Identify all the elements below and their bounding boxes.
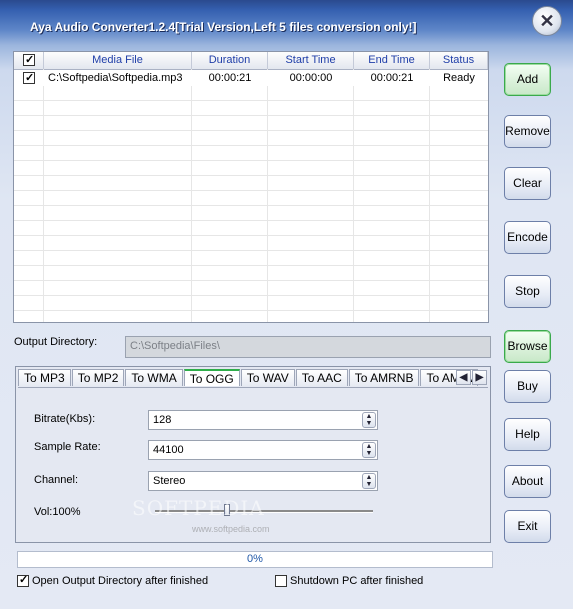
channel-value: Stereo bbox=[153, 475, 186, 487]
clear-button[interactable]: Clear bbox=[504, 167, 551, 200]
row-duration: 00:00:21 bbox=[208, 72, 252, 84]
buy-button[interactable]: Buy bbox=[504, 370, 551, 403]
column-status[interactable]: Status bbox=[430, 52, 488, 69]
output-directory-field[interactable]: C:\Softpedia\Files\ bbox=[125, 336, 491, 358]
shutdown-label: Shutdown PC after finished bbox=[290, 575, 424, 587]
channel-label: Channel: bbox=[34, 474, 79, 486]
tab-scroll-left-button[interactable]: ◀ bbox=[456, 370, 471, 385]
select-all-checkbox[interactable] bbox=[23, 52, 35, 69]
add-button[interactable]: Add bbox=[504, 63, 551, 96]
watermark: SOFTPEDIA bbox=[132, 496, 265, 520]
tab-to-wav[interactable]: To WAV bbox=[240, 369, 295, 386]
help-button[interactable]: Help bbox=[504, 418, 551, 451]
bitrate-value: 128 bbox=[153, 414, 172, 426]
output-directory-label: Output Directory: bbox=[14, 336, 98, 348]
title-bar[interactable]: Aya Audio Converter1.2.4[Trial Version,L… bbox=[0, 0, 573, 42]
open-output-option[interactable]: Open Output Directory after finished bbox=[17, 573, 209, 587]
chevron-right-icon: ▶ bbox=[475, 372, 484, 383]
close-button[interactable]: ✕ bbox=[532, 6, 562, 36]
remove-button[interactable]: Remove bbox=[504, 115, 551, 148]
main-panel: Media File Duration Start Time End Time … bbox=[12, 48, 493, 600]
chevron-left-icon: ◀ bbox=[459, 372, 468, 383]
about-button[interactable]: About bbox=[504, 465, 551, 498]
bitrate-dropdown-icon[interactable]: ▲ ▼ bbox=[362, 412, 376, 428]
column-start-time[interactable]: Start Time bbox=[268, 52, 354, 69]
column-media-file[interactable]: Media File bbox=[44, 52, 192, 69]
tab-to-amrnb[interactable]: To AMRNB bbox=[348, 369, 420, 386]
tab-to-aac[interactable]: To AAC bbox=[295, 369, 348, 386]
format-tabs: To MP3 To MP2 To WMA To OGG To WAV To AA… bbox=[18, 369, 479, 387]
bitrate-select[interactable]: 128 ▲ ▼ bbox=[148, 410, 378, 430]
sample-rate-value: 44100 bbox=[153, 444, 184, 456]
app-window: Aya Audio Converter1.2.4[Trial Version,L… bbox=[0, 0, 573, 609]
row-start-time: 00:00:00 bbox=[289, 72, 333, 84]
close-icon: ✕ bbox=[539, 11, 555, 31]
row-select-cell bbox=[14, 70, 44, 86]
tab-scroll-right-button[interactable]: ▶ bbox=[472, 370, 487, 385]
exit-button[interactable]: Exit bbox=[504, 510, 551, 543]
open-output-label: Open Output Directory after finished bbox=[32, 575, 209, 587]
conversion-progress-bar: 0% bbox=[17, 551, 493, 568]
shutdown-checkbox[interactable] bbox=[275, 575, 287, 587]
list-header: Media File Duration Start Time End Time … bbox=[14, 52, 488, 70]
sample-rate-dropdown-icon[interactable]: ▲ ▼ bbox=[362, 442, 376, 458]
sample-rate-select[interactable]: 44100 ▲ ▼ bbox=[148, 440, 378, 460]
watermark-url: www.softpedia.com bbox=[192, 524, 270, 534]
table-row[interactable]: C:\Softpedia\Softpedia.mp3 00:00:21 00:0… bbox=[14, 70, 488, 86]
tab-to-mp2[interactable]: To MP2 bbox=[71, 369, 125, 386]
browse-button[interactable]: Browse bbox=[504, 330, 551, 363]
tab-to-mp3[interactable]: To MP3 bbox=[18, 369, 71, 386]
open-output-checkbox[interactable] bbox=[17, 573, 29, 587]
shutdown-option[interactable]: Shutdown PC after finished bbox=[275, 575, 423, 587]
volume-label: Vol:100% bbox=[34, 506, 81, 518]
channel-dropdown-icon[interactable]: ▲ ▼ bbox=[362, 473, 376, 489]
select-all-header[interactable] bbox=[14, 52, 44, 69]
row-end-time: 00:00:21 bbox=[370, 72, 414, 84]
bitrate-label: Bitrate(Kbs): bbox=[34, 413, 96, 425]
stop-button[interactable]: Stop bbox=[504, 275, 551, 308]
tab-to-wma[interactable]: To WMA bbox=[125, 369, 183, 386]
tab-to-ogg[interactable]: To OGG bbox=[183, 369, 240, 386]
column-end-time[interactable]: End Time bbox=[354, 52, 430, 69]
row-media-file: C:\Softpedia\Softpedia.mp3 bbox=[48, 72, 183, 84]
column-duration[interactable]: Duration bbox=[192, 52, 268, 69]
sample-rate-label: Sample Rate: bbox=[34, 441, 101, 453]
channel-select[interactable]: Stereo ▲ ▼ bbox=[148, 471, 378, 491]
window-title: Aya Audio Converter1.2.4[Trial Version,L… bbox=[30, 20, 417, 34]
row-checkbox[interactable] bbox=[23, 70, 35, 86]
encode-button[interactable]: Encode bbox=[504, 221, 551, 254]
row-status: Ready bbox=[443, 72, 475, 84]
media-file-list[interactable]: Media File Duration Start Time End Time … bbox=[13, 51, 489, 323]
